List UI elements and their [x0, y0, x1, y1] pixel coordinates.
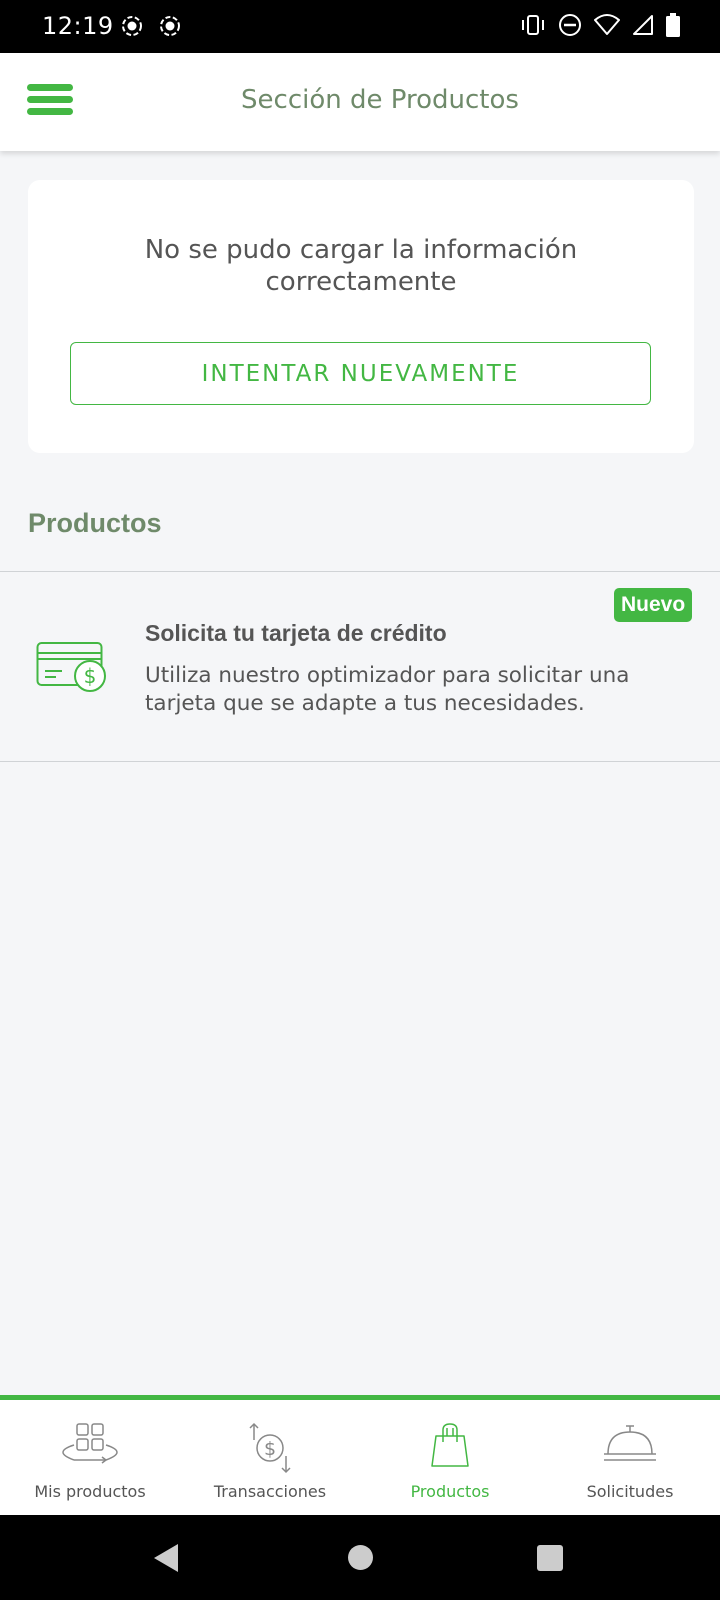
status-right-icons — [520, 13, 680, 37]
shopping-bag-icon — [431, 1423, 469, 1467]
product-title: Solicita tu tarjeta de crédito — [145, 620, 447, 646]
status-bar: 12:19 — [0, 0, 720, 53]
nav-item-transacciones[interactable]: $ Transacciones — [180, 1400, 360, 1515]
svg-text:$: $ — [84, 664, 97, 688]
nav-item-mis-productos[interactable]: Mis productos — [0, 1400, 180, 1515]
svg-text:$: $ — [264, 1438, 276, 1460]
vibrate-icon — [522, 15, 544, 35]
system-nav-bar — [0, 1515, 720, 1600]
bottom-nav: Mis productos $ Transacciones Productos … — [0, 1395, 720, 1515]
wifi-icon — [594, 14, 620, 35]
page-title: Sección de Productos — [241, 85, 519, 115]
battery-icon — [666, 13, 680, 37]
retry-button[interactable]: INTENTAR NUEVAMENTE — [70, 342, 651, 405]
record-icon — [160, 16, 180, 36]
grid-products-icon — [62, 1423, 118, 1464]
record-icon — [122, 16, 142, 36]
status-left-icons — [120, 14, 182, 38]
nav-label: Mis productos — [34, 1482, 146, 1501]
credit-card-dollar-icon: $ — [36, 642, 106, 692]
error-card: No se pudo cargar la información correct… — [28, 180, 694, 453]
nav-label: Solicitudes — [586, 1482, 674, 1501]
new-badge: Nuevo — [614, 588, 693, 622]
status-time: 12:19 — [42, 12, 114, 40]
product-description: Utiliza nuestro optimizador para solicit… — [145, 663, 630, 716]
service-bell-icon — [604, 1425, 656, 1461]
dollar-transfer-icon: $ — [249, 1422, 291, 1474]
app-header: Sección de Productos — [0, 53, 720, 151]
back-icon[interactable] — [152, 1543, 180, 1573]
do-not-disturb-icon — [559, 14, 581, 36]
product-item-credit-card[interactable]: $ Nuevo Solicita tu tarjeta de crédito U… — [0, 571, 720, 762]
cell-signal-icon — [633, 15, 653, 35]
nav-item-solicitudes[interactable]: Solicitudes — [540, 1400, 720, 1515]
section-title: Productos — [28, 508, 162, 538]
error-message: No se pudo cargar la información correct… — [144, 235, 578, 297]
nav-label: Productos — [410, 1482, 490, 1501]
recents-icon[interactable] — [537, 1545, 563, 1571]
nav-item-productos[interactable]: Productos — [360, 1400, 540, 1515]
nav-label: Transacciones — [213, 1482, 327, 1501]
home-icon[interactable] — [347, 1544, 374, 1571]
